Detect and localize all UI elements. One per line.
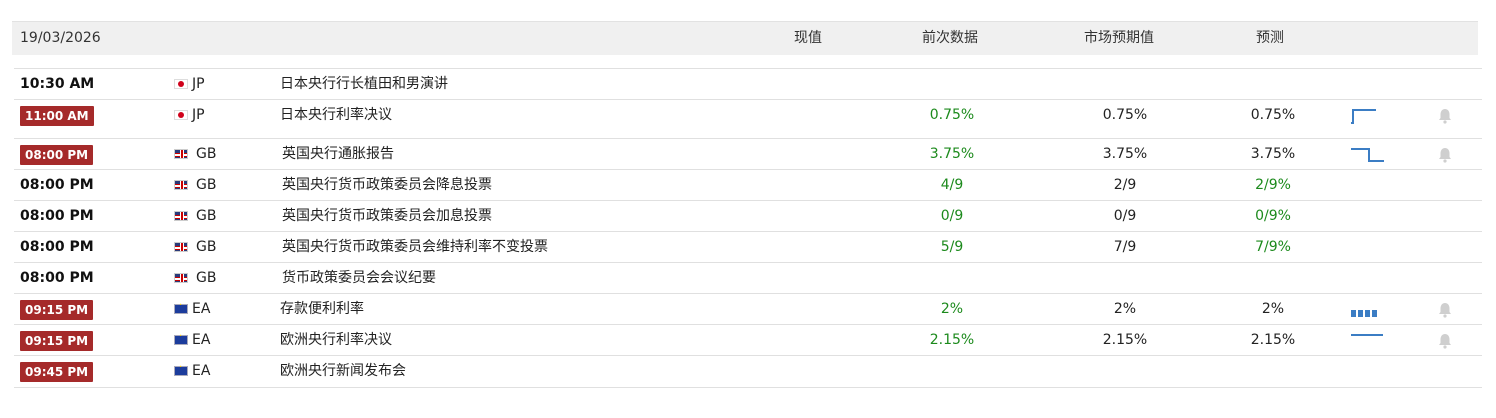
event-name[interactable]: 日本央行利率决议 [280,100,392,131]
event-previous [907,69,997,100]
event-name[interactable]: 英国央行货币政策委员会加息投票 [282,201,492,232]
event-consensus: 2/9 [1113,177,1137,193]
event-forecast: 2% [1261,301,1285,317]
event-time: 08:00 PM [20,208,94,224]
header-actual: 现值 [794,30,822,46]
event-time-badge: 08:00 PM [20,145,94,165]
flag-gb-icon [174,180,188,190]
sparkline-chart-icon[interactable] [1350,106,1378,130]
event-row[interactable]: 09:15 PM EA 存款便利利率 2% 2% 2% [14,293,1482,325]
event-name[interactable]: 欧洲央行新闻发布会 [280,356,406,387]
flag-gb-icon [174,211,188,221]
flag-gb-icon [174,242,188,252]
event-country: JP [192,76,205,92]
event-consensus: 0/9 [1113,208,1137,224]
event-row[interactable]: 08:00 PM GB 英国央行货币政策委员会加息投票 0/9 0/9 0/9% [14,200,1482,232]
event-consensus [1080,356,1170,387]
event-country: GB [196,146,217,162]
event-previous: 5/9 [940,239,964,255]
event-time: 08:00 PM [20,270,94,286]
event-country: EA [192,301,211,317]
event-previous [907,263,997,294]
event-name[interactable]: 英国央行货币政策委员会降息投票 [282,170,492,201]
event-country: JP [192,107,205,123]
event-time-badge: 09:15 PM [20,331,94,351]
event-consensus: 3.75% [1102,146,1148,162]
event-country: GB [196,239,217,255]
event-row[interactable]: 10:30 AM JP 日本央行行长植田和男演讲 [14,68,1482,100]
sparkline-chart-icon[interactable] [1350,300,1380,324]
event-forecast [1228,356,1318,387]
event-name[interactable]: 日本央行行长植田和男演讲 [280,69,448,100]
header-date: 19/03/2026 [20,30,101,46]
event-previous [907,356,997,387]
event-row[interactable]: 08:00 PM GB 英国央行货币政策委员会维持利率不变投票 5/9 7/9 7/9% [14,231,1482,263]
calendar-header: 19/03/2026 现值 前次数据 市场预期值 预测 [12,21,1478,55]
flag-jp-icon [174,110,188,120]
event-time: 08:00 PM [20,239,94,255]
flag-ea-icon [174,300,188,314]
header-previous: 前次数据 [922,30,978,46]
bell-icon[interactable] [1436,107,1454,125]
event-name[interactable]: 存款便利利率 [280,294,364,325]
event-previous: 2.15% [929,332,975,348]
event-previous: 3.75% [929,146,975,162]
event-name[interactable]: 欧洲央行利率决议 [280,325,392,356]
flag-jp-icon [174,79,188,89]
event-previous: 0.75% [929,107,975,123]
event-time: 08:00 PM [20,177,94,193]
event-time-badge: 11:00 AM [20,106,94,126]
event-forecast [1228,69,1318,100]
event-previous: 2% [940,301,964,317]
event-forecast: 2.15% [1250,332,1296,348]
event-name[interactable]: 英国央行货币政策委员会维持利率不变投票 [282,232,548,263]
event-name[interactable]: 英国央行通胀报告 [282,139,394,170]
flag-ea-icon [174,331,188,345]
event-consensus: 2.15% [1102,332,1148,348]
event-row[interactable]: 08:00 PM GB 英国央行通胀报告 3.75% 3.75% 3.75% [14,138,1482,170]
event-row[interactable]: 09:45 PM EA 欧洲央行新闻发布会 [14,355,1482,388]
sparkline-chart-icon[interactable] [1350,331,1384,355]
event-time: 10:30 AM [20,76,95,92]
flag-ea-icon [174,362,188,376]
event-country: EA [192,363,211,379]
event-time-badge: 09:45 PM [20,362,94,382]
event-consensus: 0.75% [1102,107,1148,123]
flag-gb-icon [174,149,188,159]
header-consensus: 市场预期值 [1084,30,1154,46]
sparkline-chart-icon[interactable] [1350,145,1386,169]
event-row[interactable]: 09:15 PM EA 欧洲央行利率决议 2.15% 2.15% 2.15% [14,324,1482,356]
flag-gb-icon [174,273,188,283]
event-consensus [1080,69,1170,100]
event-row[interactable]: 08:00 PM GB 货币政策委员会会议纪要 [14,262,1482,294]
event-forecast: 0/9% [1255,208,1291,224]
event-forecast [1228,263,1318,294]
event-consensus: 2% [1113,301,1137,317]
bell-icon[interactable] [1436,301,1454,319]
event-consensus [1080,263,1170,294]
event-forecast: 2/9% [1255,177,1291,193]
event-forecast: 3.75% [1250,146,1296,162]
event-country: GB [196,177,217,193]
event-row[interactable]: 11:00 AM JP 日本央行利率决议 0.75% 0.75% 0.75% [14,99,1482,131]
event-forecast: 7/9% [1255,239,1291,255]
event-consensus: 7/9 [1113,239,1137,255]
event-name[interactable]: 货币政策委员会会议纪要 [282,263,436,294]
event-country: GB [196,270,217,286]
header-forecast: 预测 [1256,30,1284,46]
event-forecast: 0.75% [1250,107,1296,123]
event-previous: 0/9 [940,208,964,224]
bell-icon[interactable] [1436,332,1454,350]
event-country: EA [192,332,211,348]
event-time-badge: 09:15 PM [20,300,94,320]
event-previous: 4/9 [940,177,964,193]
bell-icon[interactable] [1436,146,1454,164]
event-row[interactable]: 08:00 PM GB 英国央行货币政策委员会降息投票 4/9 2/9 2/9% [14,169,1482,201]
event-country: GB [196,208,217,224]
